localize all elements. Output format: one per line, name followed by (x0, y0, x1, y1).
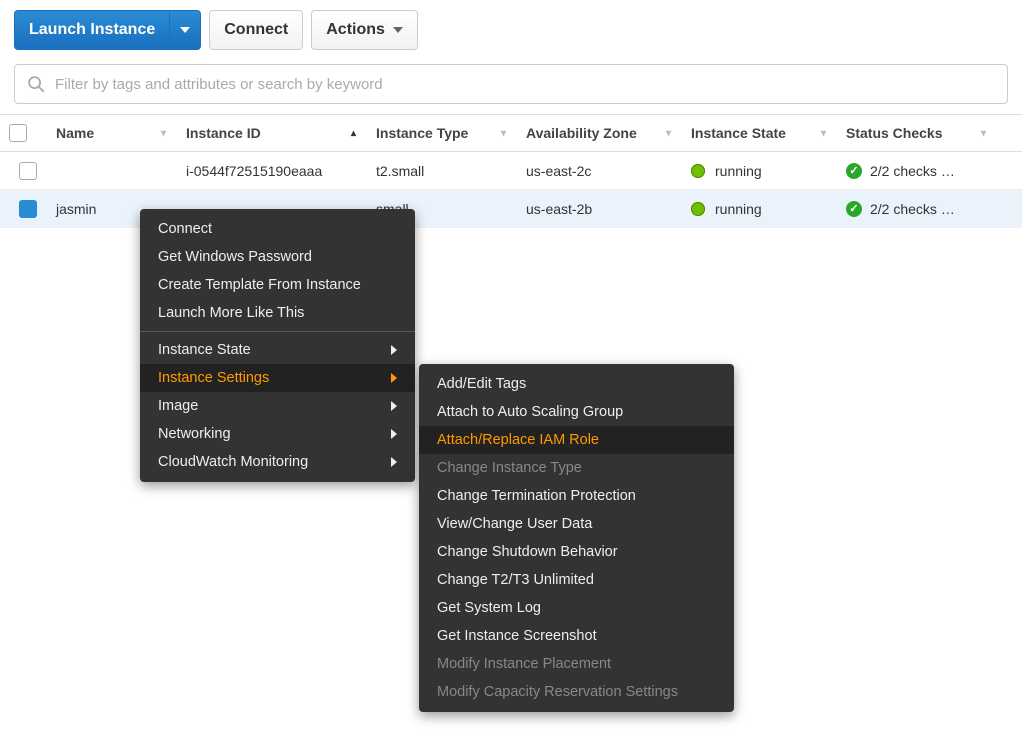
state-dot-icon (691, 164, 705, 178)
cell-state: running (691, 201, 846, 217)
submenu-item-attach-asg[interactable]: Attach to Auto Scaling Group (419, 398, 734, 426)
col-availability-zone[interactable]: Availability Zone▾ (526, 125, 691, 141)
launch-instance-dropdown[interactable] (169, 10, 201, 50)
col-instance-state[interactable]: Instance State▾ (691, 125, 846, 141)
row-checkbox[interactable] (19, 200, 37, 218)
submenu-item-instance-placement: Modify Instance Placement (419, 650, 734, 678)
submenu-item-capacity-reservation: Modify Capacity Reservation Settings (419, 678, 734, 706)
submenu-item-user-data[interactable]: View/Change User Data (419, 510, 734, 538)
actions-label: Actions (326, 21, 385, 39)
chevron-right-icon (391, 373, 397, 383)
cell-instance-type: t2.small (376, 163, 526, 179)
context-submenu-instance-settings: Add/Edit Tags Attach to Auto Scaling Gro… (419, 364, 734, 712)
col-instance-id[interactable]: Instance ID▴ (186, 125, 376, 141)
col-instance-type[interactable]: Instance Type▾ (376, 125, 526, 141)
table-row[interactable]: i-0544f72515190eaaa t2.small us-east-2c … (0, 152, 1022, 190)
menu-item-cloudwatch[interactable]: CloudWatch Monitoring (140, 448, 415, 476)
chevron-right-icon (391, 401, 397, 411)
state-dot-icon (691, 202, 705, 216)
col-status-checks[interactable]: Status Checks▾ (846, 125, 1006, 141)
cell-state: running (691, 163, 846, 179)
actions-button[interactable]: Actions (311, 10, 418, 50)
connect-button[interactable]: Connect (209, 10, 303, 50)
check-icon: ✓ (846, 163, 862, 179)
check-icon: ✓ (846, 201, 862, 217)
row-checkbox[interactable] (19, 162, 37, 180)
chevron-down-icon (393, 27, 403, 33)
chevron-right-icon (391, 345, 397, 355)
col-name[interactable]: Name▾ (56, 125, 186, 141)
menu-item-connect[interactable]: Connect (140, 215, 415, 243)
search-icon (25, 73, 47, 95)
context-menu: Connect Get Windows Password Create Temp… (140, 209, 415, 482)
menu-item-instance-state[interactable]: Instance State (140, 336, 415, 364)
chevron-down-icon (180, 27, 190, 33)
chevron-right-icon (391, 457, 397, 467)
cell-status: ✓2/2 checks … (846, 201, 1006, 217)
menu-item-get-windows-password[interactable]: Get Windows Password (140, 243, 415, 271)
submenu-item-instance-screenshot[interactable]: Get Instance Screenshot (419, 622, 734, 650)
toolbar: Launch Instance Connect Actions (0, 0, 1022, 60)
select-all-checkbox[interactable] (0, 124, 56, 142)
cell-status: ✓2/2 checks … (846, 163, 1006, 179)
cell-az: us-east-2c (526, 163, 691, 179)
chevron-right-icon (391, 429, 397, 439)
launch-instance-button[interactable]: Launch Instance (14, 10, 169, 50)
submenu-item-system-log[interactable]: Get System Log (419, 594, 734, 622)
menu-item-image[interactable]: Image (140, 392, 415, 420)
search-input[interactable] (47, 76, 997, 93)
submenu-item-add-edit-tags[interactable]: Add/Edit Tags (419, 370, 734, 398)
menu-item-instance-settings[interactable]: Instance Settings (140, 364, 415, 392)
submenu-item-shutdown-behavior[interactable]: Change Shutdown Behavior (419, 538, 734, 566)
submenu-item-change-instance-type: Change Instance Type (419, 454, 734, 482)
menu-separator (140, 331, 415, 332)
submenu-item-t2-t3-unlimited[interactable]: Change T2/T3 Unlimited (419, 566, 734, 594)
submenu-item-attach-iam-role[interactable]: Attach/Replace IAM Role (419, 426, 734, 454)
menu-item-create-template[interactable]: Create Template From Instance (140, 271, 415, 299)
launch-instance-split: Launch Instance (14, 10, 201, 50)
menu-item-networking[interactable]: Networking (140, 420, 415, 448)
table-header: Name▾ Instance ID▴ Instance Type▾ Availa… (0, 114, 1022, 152)
menu-item-launch-more[interactable]: Launch More Like This (140, 299, 415, 327)
search-bar[interactable] (14, 64, 1008, 104)
cell-instance-id: i-0544f72515190eaaa (186, 163, 376, 179)
cell-az: us-east-2b (526, 201, 691, 217)
submenu-item-termination-protection[interactable]: Change Termination Protection (419, 482, 734, 510)
